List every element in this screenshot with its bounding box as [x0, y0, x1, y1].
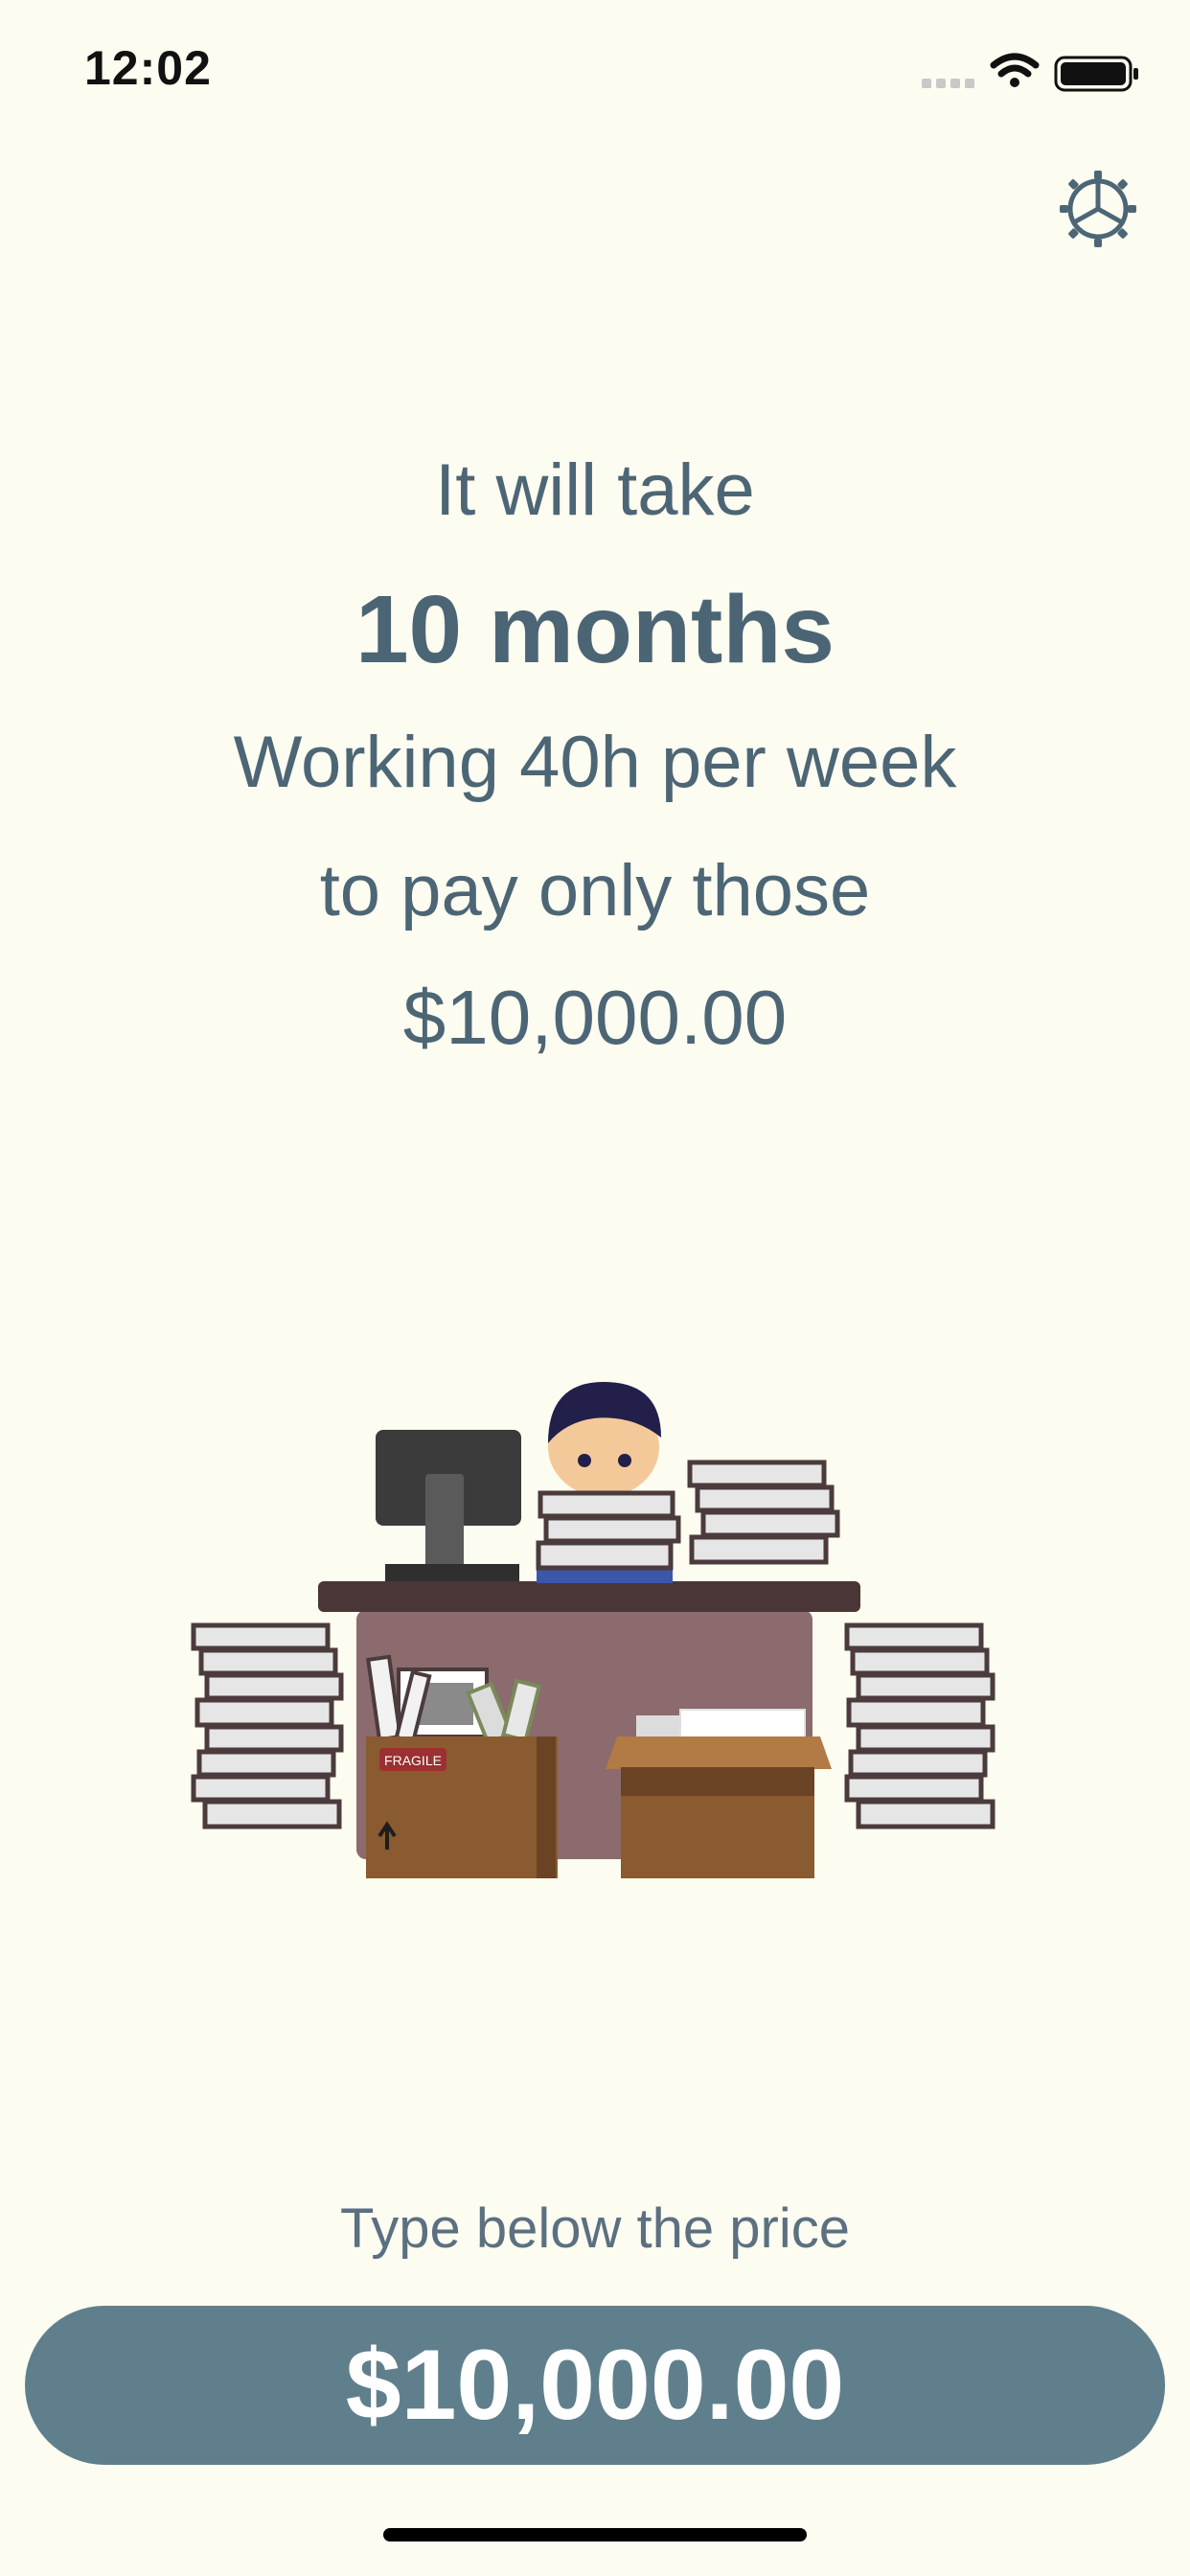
gear-icon	[1060, 171, 1136, 247]
price-input[interactable]: $10,000.00	[25, 2306, 1165, 2465]
result-duration: 10 months	[355, 576, 835, 683]
home-indicator[interactable]	[383, 2528, 807, 2542]
left-book-stack	[191, 1622, 344, 1829]
fragile-label: FRAGILE	[384, 1753, 442, 1768]
fragile-box: FRAGILE	[366, 1654, 558, 1878]
result-intro-text: It will take	[435, 449, 755, 531]
status-time: 12:02	[84, 41, 212, 95]
desk-top	[318, 1581, 860, 1612]
right-book-stack	[844, 1622, 995, 1829]
settings-button[interactable]	[1058, 169, 1138, 249]
desk-book-stack-right	[687, 1460, 840, 1565]
result-pay-text: to pay only those	[319, 850, 871, 932]
input-hint: Type below the price	[340, 2197, 850, 2260]
signal-icon	[922, 79, 974, 88]
office-desk-illustration: FRAGILE	[191, 1382, 995, 1878]
result-amount: $10,000.00	[402, 975, 788, 1060]
desk-book-stack-center	[536, 1490, 681, 1571]
status-bar: 12:02	[0, 0, 1190, 144]
wifi-icon	[990, 53, 1040, 87]
battery-icon	[1054, 56, 1138, 92]
status-icons	[922, 53, 1138, 92]
result-hours-text: Working 40h per week	[233, 722, 957, 803]
open-box	[606, 1709, 832, 1878]
monitor	[376, 1430, 521, 1581]
